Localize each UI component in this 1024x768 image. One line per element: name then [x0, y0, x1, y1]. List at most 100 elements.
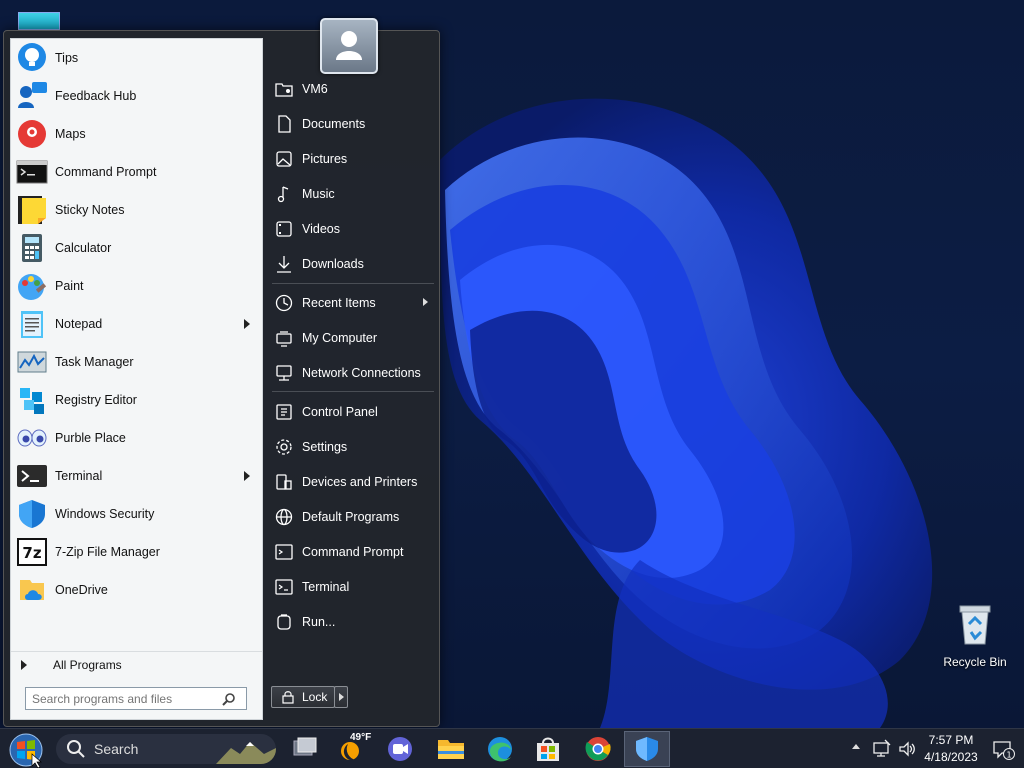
- desktop-shortcut-icon[interactable]: [18, 12, 60, 30]
- place-recent-items[interactable]: Recent Items: [270, 287, 436, 319]
- program-label: Paint: [55, 279, 84, 293]
- separator: [272, 283, 434, 284]
- taskbar: Search 49°F 7:57 PM 4/18/2023 1: [0, 728, 1024, 768]
- program-notepad[interactable]: Notepad: [11, 305, 262, 343]
- place-label: Devices and Printers: [302, 475, 418, 489]
- clock-time: 7:57 PM: [928, 733, 974, 747]
- place-terminal[interactable]: Terminal: [270, 571, 436, 603]
- 7zip-icon: 7z: [17, 538, 47, 566]
- program-command-prompt[interactable]: Command Prompt: [11, 153, 262, 191]
- start-button[interactable]: [8, 732, 44, 768]
- user-icon: [336, 31, 362, 60]
- search-highlight-mountain-icon: [216, 742, 276, 764]
- recycle-bin[interactable]: Recycle Bin: [935, 602, 1015, 669]
- show-hidden-icons-arrow[interactable]: [852, 744, 860, 749]
- program-calculator[interactable]: Calculator: [11, 229, 262, 267]
- place-network-connections[interactable]: Network Connections: [270, 357, 436, 389]
- program-maps[interactable]: Maps: [11, 115, 262, 153]
- maps-icon: [18, 120, 46, 148]
- shield-icon: [636, 737, 658, 761]
- teams-meet-icon[interactable]: [380, 733, 420, 765]
- program-sticky-notes[interactable]: Sticky Notes: [11, 191, 262, 229]
- program-purble-place[interactable]: Purble Place: [11, 419, 262, 457]
- program-label: Terminal: [55, 469, 103, 483]
- program-label: Notepad: [55, 317, 103, 331]
- search-icon[interactable]: [222, 692, 236, 706]
- start-search-box[interactable]: [25, 687, 247, 710]
- microsoft-store-icon[interactable]: [528, 733, 568, 765]
- notepad-icon: [21, 311, 43, 338]
- start-search-input[interactable]: [26, 691, 222, 706]
- onedrive-icon: [20, 580, 44, 600]
- gear-icon: [276, 439, 292, 455]
- network-icon: [276, 365, 292, 381]
- recycle-bin-icon: [959, 605, 991, 645]
- music-note-icon: [277, 186, 289, 203]
- lock-button[interactable]: Lock: [271, 686, 335, 708]
- place-label: Settings: [302, 440, 348, 454]
- taskbar-clock[interactable]: 7:57 PM 4/18/2023: [918, 732, 984, 766]
- place-control-panel[interactable]: Control Panel: [270, 396, 436, 428]
- program-task-manager[interactable]: Task Manager: [11, 343, 262, 381]
- search-icon: [67, 740, 85, 758]
- windows-security-taskbar-button[interactable]: [624, 731, 670, 767]
- program-windows-security[interactable]: Windows Security: [11, 495, 262, 533]
- place-run[interactable]: Run...: [270, 606, 436, 638]
- expand-arrow-icon: [21, 659, 27, 670]
- place-devices-printers[interactable]: Devices and Printers: [270, 466, 436, 498]
- user-avatar[interactable]: [320, 18, 378, 74]
- program-label: 7-Zip File Manager: [55, 545, 160, 559]
- notification-center-icon[interactable]: 1: [992, 739, 1016, 761]
- task-manager-icon: [17, 351, 47, 373]
- windows-security-icon: [19, 500, 45, 528]
- registry-editor-icon: [20, 388, 44, 414]
- place-label: Videos: [302, 222, 340, 236]
- program-label: Feedback Hub: [55, 89, 137, 103]
- program-tips[interactable]: Tips: [11, 39, 262, 77]
- file-explorer-icon[interactable]: [431, 733, 471, 765]
- place-documents[interactable]: Documents: [270, 108, 436, 140]
- program-label: OneDrive: [55, 583, 108, 597]
- place-label: Music: [302, 187, 335, 201]
- program-label: Registry Editor: [55, 393, 137, 407]
- submenu-arrow-icon[interactable]: [244, 319, 250, 329]
- place-downloads[interactable]: Downloads: [270, 248, 436, 280]
- cmd-icon: [275, 544, 293, 560]
- tips-icon: [18, 43, 46, 71]
- volume-icon[interactable]: [897, 739, 917, 759]
- program-label: Calculator: [55, 241, 112, 255]
- taskbar-search[interactable]: Search: [56, 734, 276, 764]
- submenu-arrow-icon[interactable]: [244, 471, 250, 481]
- place-music[interactable]: Music: [270, 178, 436, 210]
- program-onedrive[interactable]: OneDrive: [11, 571, 262, 609]
- place-default-programs[interactable]: Default Programs: [270, 501, 436, 533]
- clock-date: 4/18/2023: [924, 750, 978, 764]
- place-label: Command Prompt: [302, 545, 404, 559]
- network-status-icon[interactable]: [872, 739, 892, 759]
- program-registry-editor[interactable]: Registry Editor: [11, 381, 262, 419]
- place-my-computer[interactable]: My Computer: [270, 322, 436, 354]
- place-label: Documents: [302, 117, 366, 131]
- program-feedback-hub[interactable]: Feedback Hub: [11, 77, 262, 115]
- svg-text:7z: 7z: [22, 544, 41, 562]
- place-command-prompt[interactable]: Command Prompt: [270, 536, 436, 568]
- program-terminal[interactable]: Terminal: [11, 457, 262, 495]
- chrome-browser-icon[interactable]: [578, 733, 618, 765]
- weather-temperature[interactable]: 49°F: [350, 732, 371, 743]
- submenu-arrow-icon[interactable]: [423, 298, 428, 306]
- edge-browser-icon[interactable]: [480, 733, 520, 765]
- program-7zip[interactable]: 7z 7-Zip File Manager: [11, 533, 262, 571]
- globe-icon: [275, 508, 293, 526]
- task-view-icon[interactable]: [284, 733, 324, 765]
- place-videos[interactable]: Videos: [270, 213, 436, 245]
- place-label: Downloads: [302, 257, 364, 271]
- program-label: Task Manager: [55, 355, 134, 369]
- computer-icon: [276, 331, 292, 347]
- programs-pane: Tips Feedback Hub Maps Command Prompt St…: [10, 38, 263, 720]
- program-paint[interactable]: Paint: [11, 267, 262, 305]
- place-pictures[interactable]: Pictures: [270, 143, 436, 175]
- place-settings[interactable]: Settings: [270, 431, 436, 463]
- place-vm6[interactable]: VM6: [270, 73, 436, 105]
- all-programs-button[interactable]: All Programs: [11, 651, 262, 677]
- power-options-arrow-button[interactable]: [334, 686, 348, 708]
